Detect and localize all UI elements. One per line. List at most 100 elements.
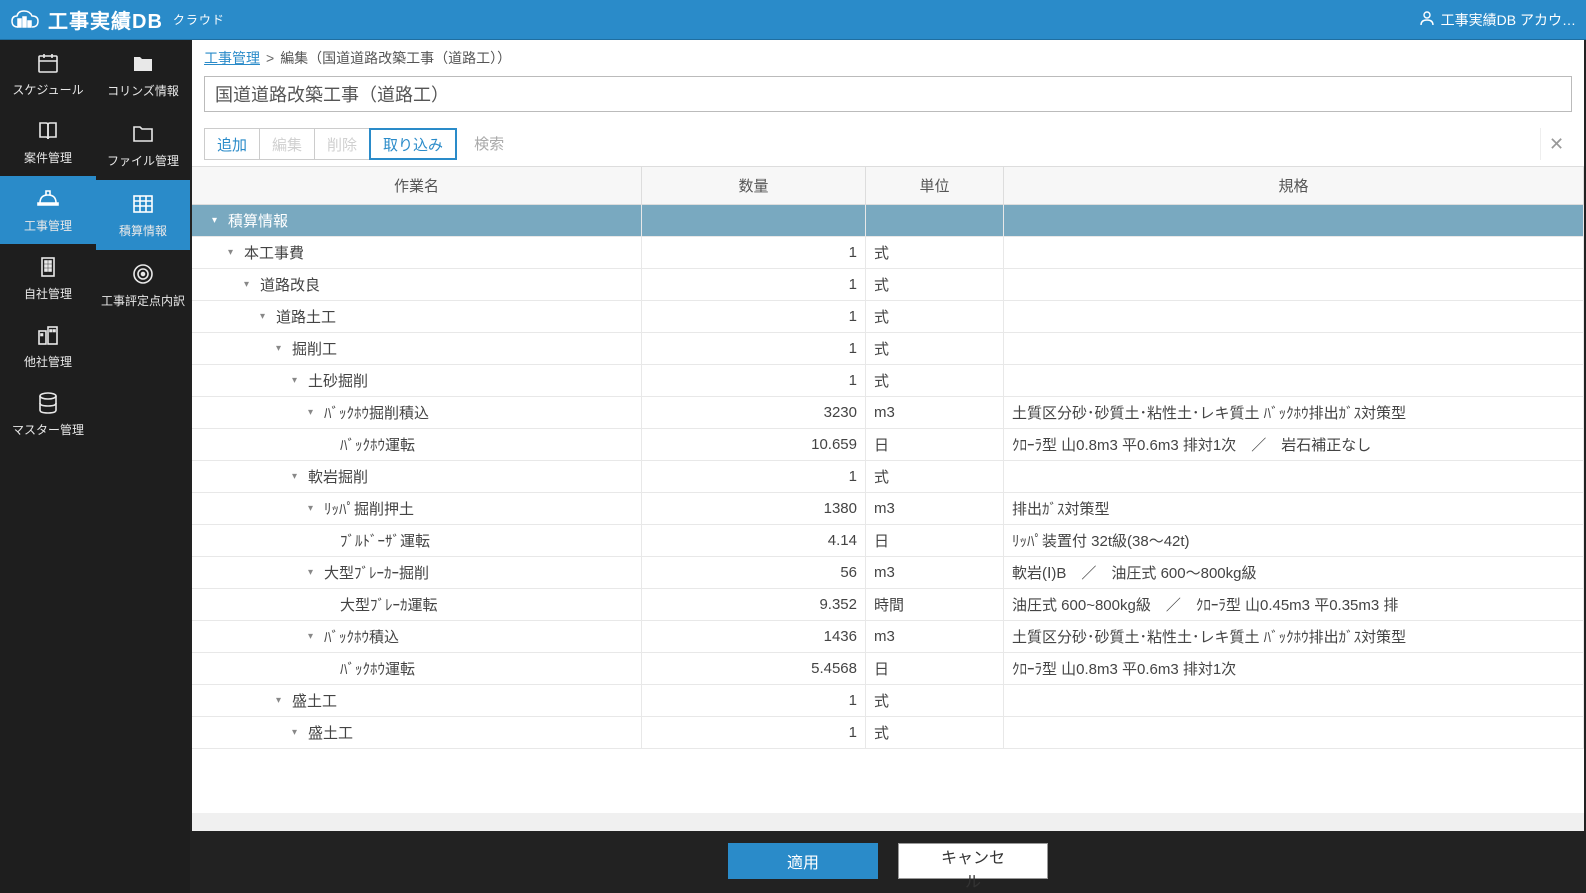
- table-row[interactable]: 軟岩掘削1式: [192, 461, 1584, 493]
- sidebar-item-4[interactable]: 他社管理: [0, 312, 96, 380]
- cell-unit: m3: [866, 621, 1004, 652]
- tree-toggle-icon[interactable]: [276, 344, 286, 354]
- table-row[interactable]: ﾘｯﾊﾟ掘削押土1380m3排出ｶﾞｽ対策型: [192, 493, 1584, 525]
- tree-toggle-icon[interactable]: [308, 408, 318, 418]
- user-icon: [1419, 10, 1435, 29]
- cell-spec: 土質区分砂･砂質土･粘性土･レキ質土 ﾊﾞｯｸﾎｳ排出ｶﾞｽ対策型: [1004, 621, 1584, 652]
- breadcrumb-current: 編集（国道道路改築工事（道路工））: [280, 48, 511, 68]
- cell-unit: 式: [866, 301, 1004, 332]
- row-name: 積算情報: [228, 210, 288, 231]
- toolbar: 追加 編集 削除 取り込み ✕: [192, 122, 1584, 167]
- row-name: ﾊﾞｯｸﾎｳ運転: [340, 658, 415, 679]
- sidebar-item-1[interactable]: 案件管理: [0, 108, 96, 176]
- cell-qty: 9.352: [642, 589, 866, 620]
- city-icon: [36, 323, 60, 347]
- cell-unit: 式: [866, 237, 1004, 268]
- cell-spec: [1004, 333, 1584, 364]
- cell-unit: 時間: [866, 589, 1004, 620]
- table-row[interactable]: 土砂掘削1式: [192, 365, 1584, 397]
- table-row[interactable]: 大型ﾌﾞﾚｰｶ運転9.352時間油圧式 600~800kg級 ／ ｸﾛｰﾗ型 山…: [192, 589, 1584, 621]
- topbar: 工事実績DB クラウド 工事実績DB アカウ…: [0, 0, 1586, 40]
- search-input[interactable]: [466, 128, 1540, 160]
- table-row[interactable]: ﾊﾞｯｸﾎｳ運転5.4568日ｸﾛｰﾗ型 山0.8m3 平0.6m3 排対1次: [192, 653, 1584, 685]
- project-title-input[interactable]: [204, 76, 1572, 112]
- subsidebar-item-label: 積算情報: [119, 222, 167, 239]
- table-row[interactable]: 盛土工1式: [192, 717, 1584, 749]
- tree-toggle-icon[interactable]: [244, 280, 254, 290]
- tree-toggle-icon[interactable]: [308, 504, 318, 514]
- col-header-unit[interactable]: 単位: [866, 167, 1004, 204]
- table-row[interactable]: 本工事費1式: [192, 237, 1584, 269]
- tree-toggle-icon[interactable]: [260, 312, 270, 322]
- subsidebar-item-1[interactable]: ファイル管理: [96, 110, 190, 180]
- col-header-name[interactable]: 作業名: [192, 167, 642, 204]
- target-icon: [131, 262, 155, 286]
- subsidebar-item-3[interactable]: 工事評定点内訳: [96, 250, 190, 320]
- table-row[interactable]: 積算情報: [192, 205, 1584, 237]
- database-icon: [36, 391, 60, 415]
- cell-qty: 3230: [642, 397, 866, 428]
- delete-button[interactable]: 削除: [314, 128, 370, 160]
- tree-toggle-icon[interactable]: [212, 216, 222, 226]
- cell-qty: 1: [642, 685, 866, 716]
- table-row[interactable]: 大型ﾌﾞﾚｰｶｰ掘削56m3軟岩(Ⅰ)B ／ 油圧式 600～800kg級: [192, 557, 1584, 589]
- table-row[interactable]: ﾌﾞﾙﾄﾞｰｻﾞ運転4.14日ﾘｯﾊﾟ装置付 32t級(38～42t): [192, 525, 1584, 557]
- sidebar-item-3[interactable]: 自社管理: [0, 244, 96, 312]
- sidebar-item-0[interactable]: スケジュール: [0, 40, 96, 108]
- cell-name: 積算情報: [192, 205, 642, 236]
- grid-body[interactable]: 積算情報本工事費1式道路改良1式道路土工1式掘削工1式土砂掘削1式ﾊﾞｯｸﾎｳ掘…: [192, 205, 1584, 813]
- sidebar-item-2[interactable]: 工事管理: [0, 176, 96, 244]
- col-header-qty[interactable]: 数量: [642, 167, 866, 204]
- sidebar-sub: コリンズ情報ファイル管理積算情報工事評定点内訳: [96, 40, 190, 893]
- sidebar-item-label: 他社管理: [24, 353, 72, 370]
- tree-toggle-icon[interactable]: [308, 632, 318, 642]
- col-header-spec[interactable]: 規格: [1004, 167, 1584, 204]
- table-row[interactable]: 道路土工1式: [192, 301, 1584, 333]
- breadcrumb-link[interactable]: 工事管理: [204, 48, 260, 68]
- cell-qty: 1: [642, 237, 866, 268]
- cell-name: ﾌﾞﾙﾄﾞｰｻﾞ運転: [192, 525, 642, 556]
- sidebar-item-label: 自社管理: [24, 285, 72, 302]
- cell-name: 道路改良: [192, 269, 642, 300]
- tree-toggle-icon[interactable]: [308, 568, 318, 578]
- import-button[interactable]: 取り込み: [369, 128, 457, 160]
- account-label: 工事実績DB アカウ…: [1441, 10, 1576, 30]
- edit-button[interactable]: 編集: [259, 128, 315, 160]
- tree-toggle-icon[interactable]: [276, 696, 286, 706]
- table-row[interactable]: ﾊﾞｯｸﾎｳ積込1436m3土質区分砂･砂質土･粘性土･レキ質土 ﾊﾞｯｸﾎｳ排…: [192, 621, 1584, 653]
- cancel-button[interactable]: キャンセル: [898, 843, 1048, 879]
- subsidebar-item-0[interactable]: コリンズ情報: [96, 40, 190, 110]
- sidebar-item-5[interactable]: マスター管理: [0, 380, 96, 448]
- cell-unit: 式: [866, 333, 1004, 364]
- subsidebar-item-2[interactable]: 積算情報: [96, 180, 190, 250]
- tree-toggle-icon[interactable]: [292, 472, 302, 482]
- table-row[interactable]: 道路改良1式: [192, 269, 1584, 301]
- tree-toggle-icon[interactable]: [292, 376, 302, 386]
- table-row[interactable]: ﾊﾞｯｸﾎｳ運転10.659日ｸﾛｰﾗ型 山0.8m3 平0.6m3 排対1次 …: [192, 429, 1584, 461]
- tree-toggle-icon[interactable]: [228, 248, 238, 258]
- tree-toggle-icon[interactable]: [292, 728, 302, 738]
- add-button[interactable]: 追加: [204, 128, 260, 160]
- subsidebar-item-label: ファイル管理: [107, 152, 179, 169]
- horizontal-scrollbar[interactable]: [192, 813, 1584, 831]
- row-name: 土砂掘削: [308, 370, 368, 391]
- table-row[interactable]: 盛土工1式: [192, 685, 1584, 717]
- grid-header: 作業名 数量 単位 規格: [192, 167, 1584, 205]
- cell-spec: 油圧式 600~800kg級 ／ ｸﾛｰﾗ型 山0.45m3 平0.35m3 排: [1004, 589, 1584, 620]
- cell-name: ﾊﾞｯｸﾎｳ運転: [192, 429, 642, 460]
- search-clear-button[interactable]: ✕: [1540, 128, 1572, 160]
- table-row[interactable]: 掘削工1式: [192, 333, 1584, 365]
- apply-button[interactable]: 適用: [728, 843, 878, 879]
- cell-name: 軟岩掘削: [192, 461, 642, 492]
- cell-name: 大型ﾌﾞﾚｰｶｰ掘削: [192, 557, 642, 588]
- cell-spec: [1004, 237, 1584, 268]
- cell-qty: 1380: [642, 493, 866, 524]
- account-menu[interactable]: 工事実績DB アカウ…: [1419, 10, 1576, 30]
- table-row[interactable]: ﾊﾞｯｸﾎｳ掘削積込3230m3土質区分砂･砂質土･粘性土･レキ質土 ﾊﾞｯｸﾎ…: [192, 397, 1584, 429]
- cell-spec: ﾘｯﾊﾟ装置付 32t級(38～42t): [1004, 525, 1584, 556]
- cell-spec: [1004, 461, 1584, 492]
- cell-qty: [642, 205, 866, 236]
- cell-spec: [1004, 269, 1584, 300]
- cell-spec: ｸﾛｰﾗ型 山0.8m3 平0.6m3 排対1次 ／ 岩石補正なし: [1004, 429, 1584, 460]
- cell-qty: 1: [642, 461, 866, 492]
